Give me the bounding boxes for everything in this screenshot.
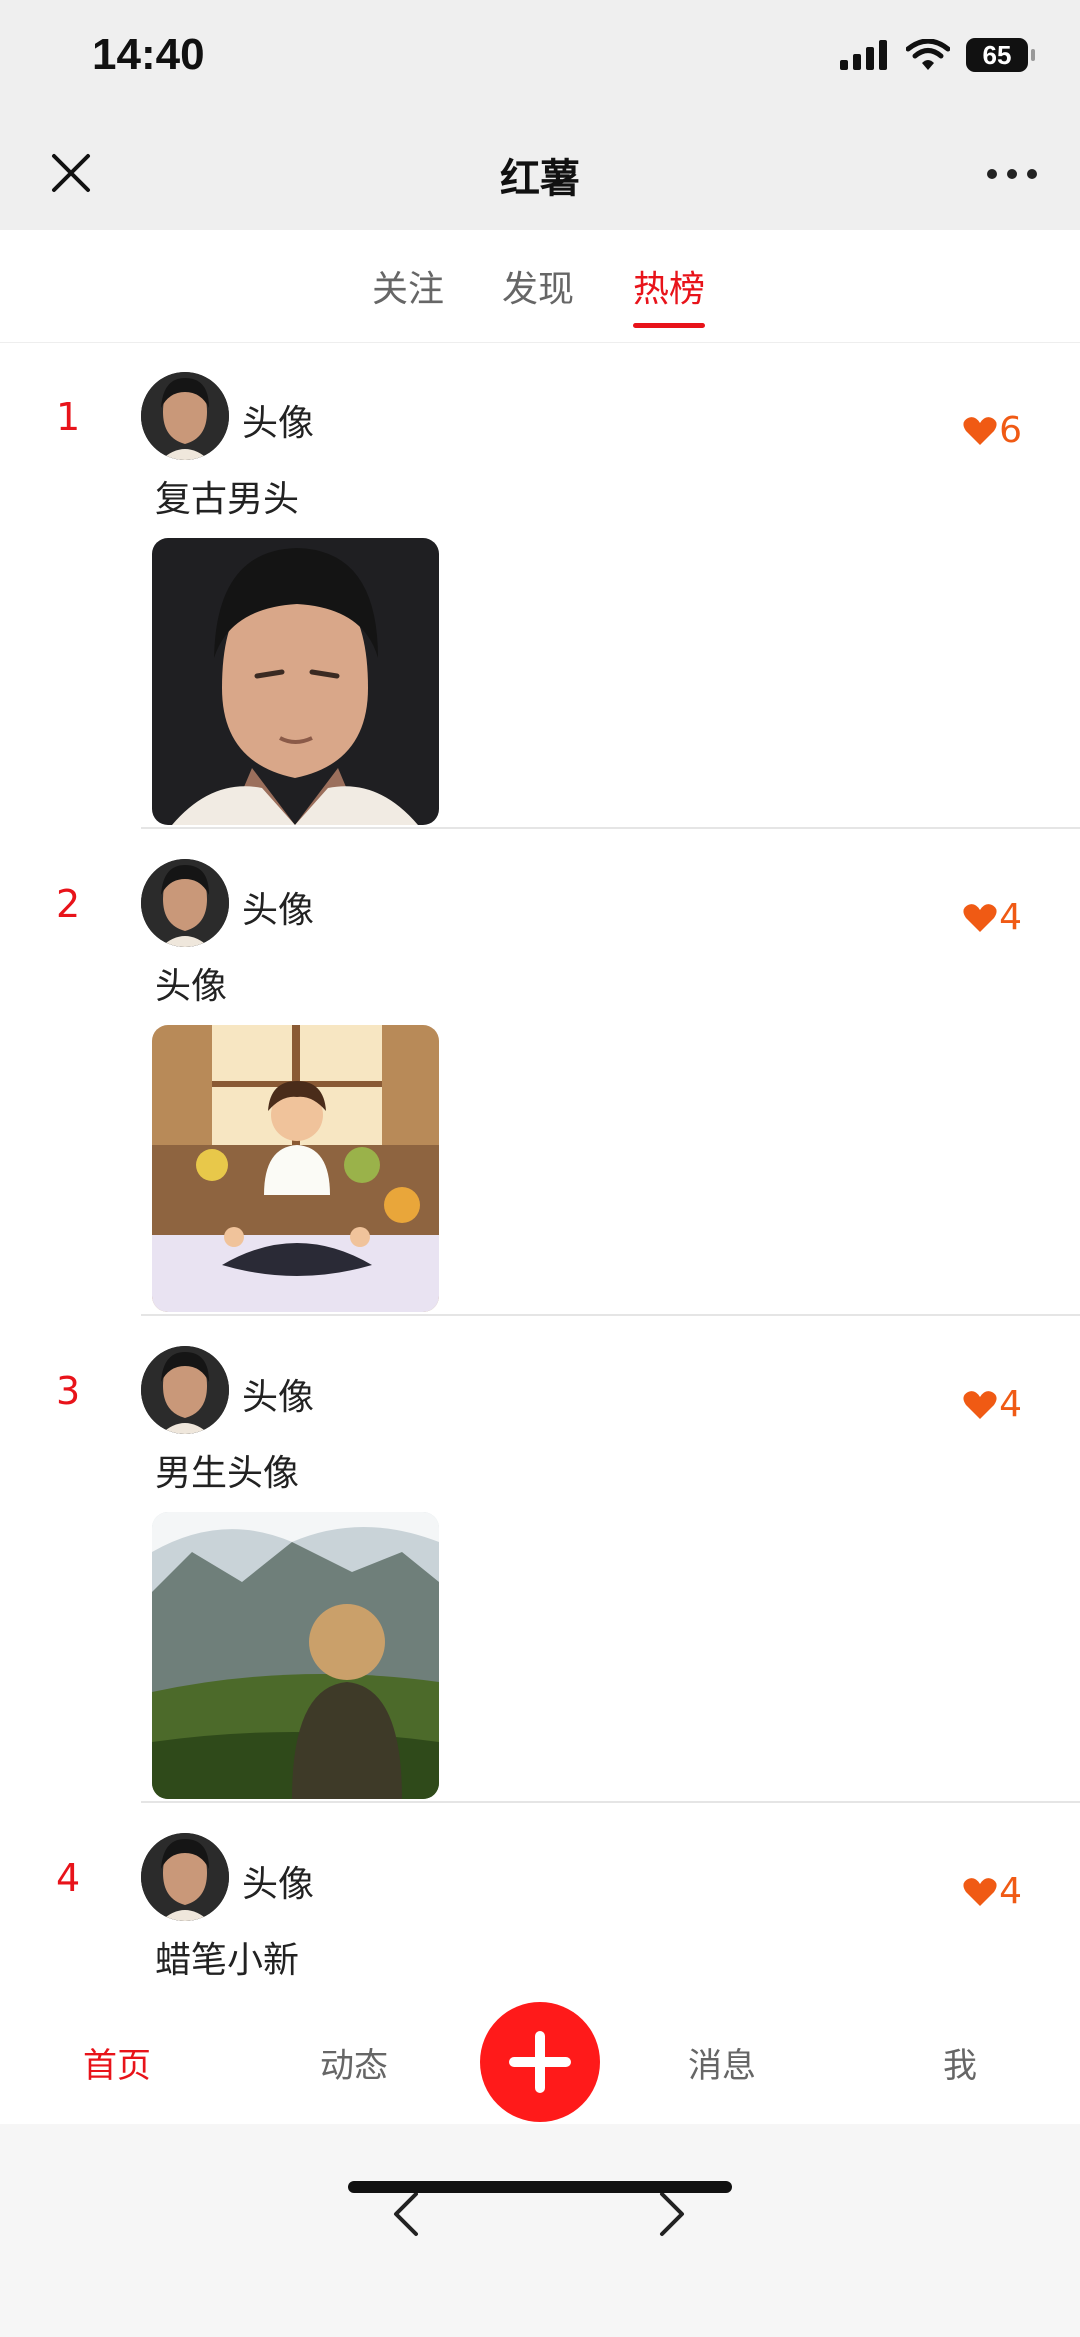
feed-tabs: 关注 发现 热榜 [0, 230, 1080, 343]
heart-icon [963, 1877, 997, 1906]
like-count-value: 6 [999, 410, 1022, 451]
post-image[interactable] [152, 1025, 439, 1312]
tab-activity[interactable]: 动态 [320, 2038, 388, 2087]
list-item[interactable]: 2 头像 4 头像 [0, 829, 1080, 1316]
wifi-icon [906, 39, 950, 70]
tab-following[interactable]: 关注 [372, 260, 444, 312]
rank-number: 3 [56, 1369, 81, 1413]
post-image[interactable] [152, 538, 439, 825]
list-item[interactable]: 1 头像 6 复古男头 [0, 342, 1080, 829]
plus-icon [509, 2031, 571, 2093]
more-icon[interactable] [984, 154, 1040, 194]
nav-bar: 红薯 [0, 118, 1080, 230]
like-count-value: 4 [999, 897, 1022, 938]
heart-icon [963, 416, 997, 445]
post-image[interactable] [152, 1512, 439, 1799]
tab-home[interactable]: 首页 [83, 2038, 151, 2087]
avatar[interactable] [141, 372, 229, 460]
active-tab-indicator [633, 323, 705, 328]
heart-icon [963, 1390, 997, 1419]
battery-indicator: 65 [966, 38, 1035, 72]
rank-number: 4 [56, 1856, 81, 1900]
forward-arrow-icon[interactable] [640, 2184, 700, 2244]
create-post-button[interactable] [480, 2002, 600, 2122]
like-count-value: 4 [999, 1871, 1022, 1912]
hot-list-feed: 1 头像 6 复古男头 2 头像 4 头像 3 头像 4 男生头像 4 头像 4… [0, 342, 1080, 2000]
like-count-value: 4 [999, 1384, 1022, 1425]
list-item[interactable]: 4 头像 4 蜡笔小新 [0, 1803, 1080, 2000]
cellular-signal-icon [840, 40, 887, 70]
author-name[interactable]: 头像 [242, 394, 314, 446]
status-time: 14:40 [92, 30, 205, 79]
author-name[interactable]: 头像 [242, 881, 314, 933]
post-title[interactable]: 男生头像 [155, 1444, 299, 1496]
author-name[interactable]: 头像 [242, 1855, 314, 1907]
post-title[interactable]: 复古男头 [155, 470, 299, 522]
avatar[interactable] [141, 1833, 229, 1921]
rank-number: 2 [56, 882, 81, 926]
home-indicator[interactable] [348, 2181, 732, 2193]
avatar[interactable] [141, 1346, 229, 1434]
like-count[interactable]: 4 [963, 897, 1022, 938]
like-count[interactable]: 4 [963, 1384, 1022, 1425]
rank-number: 1 [56, 395, 81, 439]
status-bar: 14:40 65 [0, 0, 1080, 118]
author-name[interactable]: 头像 [242, 1368, 314, 1420]
list-item[interactable]: 3 头像 4 男生头像 [0, 1316, 1080, 1803]
heart-icon [963, 903, 997, 932]
post-title[interactable]: 蜡笔小新 [155, 1931, 299, 1983]
post-title[interactable]: 头像 [155, 957, 227, 1009]
like-count[interactable]: 4 [963, 1871, 1022, 1912]
status-icons: 65 [840, 38, 1035, 72]
like-count[interactable]: 6 [963, 410, 1022, 451]
back-arrow-icon[interactable] [378, 2184, 438, 2244]
tab-discover[interactable]: 发现 [502, 260, 574, 312]
tab-me[interactable]: 我 [943, 2038, 977, 2087]
tab-hot-list[interactable]: 热榜 [633, 260, 705, 312]
page-title: 红薯 [500, 156, 580, 202]
avatar[interactable] [141, 859, 229, 947]
browser-toolbar [0, 2124, 1080, 2337]
tab-messages[interactable]: 消息 [688, 2038, 756, 2087]
